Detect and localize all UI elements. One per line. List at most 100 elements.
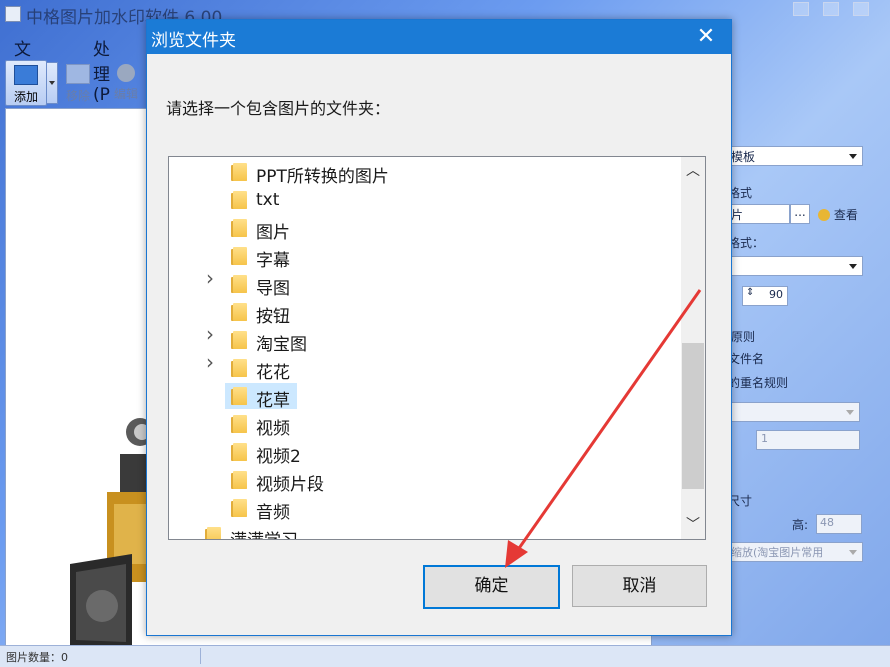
close-icon[interactable]: ✕ <box>693 24 719 50</box>
add-dropdown-button[interactable] <box>46 62 58 104</box>
filename-label: 文件名 <box>728 352 765 366</box>
status-bar: 图片数量：0 <box>0 645 890 667</box>
tree-item[interactable]: › 导图 <box>169 268 679 299</box>
browse-folder-dialog: 浏览文件夹 ✕ 请选择一个包含图片的文件夹： PPT所转换的图片 txt 图片 字幕 ›… <box>146 19 732 636</box>
tree-item[interactable]: txt <box>169 186 679 214</box>
remove-button[interactable]: 移除 <box>58 60 98 104</box>
folder-icon <box>231 275 247 293</box>
status-divider <box>200 648 201 664</box>
template-select-value: 模板 <box>731 150 756 164</box>
chevron-right-icon[interactable]: › <box>206 352 216 372</box>
tree-item[interactable]: PPT所转换的图片 <box>169 158 679 187</box>
browse-button-label: ... <box>794 205 806 219</box>
tree-item[interactable]: › 淘宝图 <box>169 324 679 355</box>
remove-button-label: 移除 <box>65 89 90 103</box>
folder-icon <box>231 471 247 489</box>
template-select[interactable]: 模板 <box>728 146 863 166</box>
view-icon <box>818 209 830 221</box>
folder-icon <box>231 359 247 377</box>
rename-rule-select[interactable] <box>728 402 860 422</box>
number-value: 1 <box>761 432 768 445</box>
add-button[interactable]: 添加 <box>5 60 47 106</box>
view-label: 查看 <box>833 208 858 222</box>
stepper-arrows-icon: ⇕ <box>746 287 755 298</box>
folder-icon <box>231 303 247 321</box>
chevron-right-icon[interactable]: › <box>206 268 216 288</box>
tree-item[interactable]: 满满学习 <box>169 522 679 539</box>
maximize-button[interactable] <box>823 2 839 16</box>
height-value: 48 <box>820 516 834 529</box>
view-link[interactable]: 查看 <box>818 206 858 223</box>
tree-item[interactable]: 按钮 <box>169 298 679 327</box>
quality-stepper[interactable]: ⇕ 90 <box>742 286 788 306</box>
scroll-up-icon[interactable]: ︿ <box>685 163 701 179</box>
tree-item-label: 视频 <box>256 419 290 439</box>
add-button-label: 添加 <box>13 90 38 104</box>
folder-icon <box>231 415 247 433</box>
dialog-title: 浏览文件夹 <box>151 31 236 51</box>
image-count-status: 图片数量：0 <box>6 651 68 664</box>
number-stepper[interactable]: 1 <box>756 430 860 450</box>
settings-panel: 模板 格式 片 ... 查看 格式： ⇕ 90 原则 文件名 的重名规则 1 尺… <box>728 120 890 640</box>
tree-item[interactable]: 图片 <box>169 214 679 243</box>
tree-item-label: 花花 <box>256 363 290 383</box>
cancel-button[interactable]: 取消 <box>572 565 707 607</box>
tree-item-label: txt <box>256 190 280 210</box>
edit-icon <box>117 64 135 82</box>
rule-label: 原则 <box>731 330 756 344</box>
tree-scrollbar[interactable]: ︿ ﹀ <box>681 157 705 539</box>
close-app-button[interactable] <box>853 2 869 16</box>
rename-rule-label: 的重名规则 <box>728 376 789 390</box>
ok-button[interactable]: 确定 <box>423 565 560 609</box>
folder-icon <box>231 331 247 349</box>
tree-item[interactable]: 视频 <box>169 410 679 439</box>
folder-icon <box>205 527 221 539</box>
app-logo-icon <box>5 6 21 22</box>
tree-item-label: 导图 <box>256 279 290 299</box>
chevron-right-icon[interactable]: › <box>206 324 216 344</box>
folder-icon <box>231 387 247 405</box>
tree-item[interactable]: 视频2 <box>169 438 679 467</box>
height-field[interactable]: 48 <box>816 514 862 534</box>
tree-item[interactable]: 花草 <box>169 382 679 411</box>
tree-item-label: 按钮 <box>256 307 290 327</box>
output-format-select[interactable] <box>728 256 863 276</box>
tree-item-label: 视频片段 <box>256 475 324 495</box>
scroll-down-icon[interactable]: ﹀ <box>685 517 701 533</box>
add-image-icon <box>14 65 38 85</box>
output-file-value: 片 <box>731 208 744 222</box>
tree-item-label: 图片 <box>256 223 290 243</box>
height-label: 高: <box>792 518 809 532</box>
dialog-body: 请选择一个包含图片的文件夹： PPT所转换的图片 txt 图片字幕 › 导图按钮 › 淘宝图… <box>147 54 731 635</box>
tree-item[interactable]: 视频片段 <box>169 466 679 495</box>
tree-item-label: 花草 <box>256 391 290 411</box>
tree-item[interactable]: 音频 <box>169 494 679 523</box>
scroll-thumb[interactable] <box>682 343 704 489</box>
dialog-prompt: 请选择一个包含图片的文件夹： <box>166 99 391 118</box>
scale-select[interactable]: 缩放(淘宝图片常用 <box>728 542 863 562</box>
tree-item-label: 视频2 <box>256 447 301 467</box>
format-label-2: 格式： <box>728 236 765 250</box>
tree-item-label: 音频 <box>256 503 290 523</box>
tree-item[interactable]: 字幕 <box>169 242 679 271</box>
tree-item-label: 字幕 <box>256 251 290 271</box>
edit-button-label: 编辑 <box>113 87 138 101</box>
output-file-field[interactable]: 片 <box>728 204 790 224</box>
scale-select-value: 缩放(淘宝图片常用 <box>731 546 824 559</box>
folder-icon <box>231 247 247 265</box>
dialog-titlebar: 浏览文件夹 ✕ <box>147 20 731 54</box>
minimize-button[interactable] <box>793 2 809 16</box>
folder-icon <box>231 191 247 209</box>
folder-icon <box>231 219 247 237</box>
tree-item-label: 淘宝图 <box>256 335 307 355</box>
folder-icon <box>231 163 247 181</box>
edit-button[interactable]: 编辑 <box>106 60 146 104</box>
remove-icon <box>66 64 90 84</box>
folder-icon <box>231 499 247 517</box>
browse-button[interactable]: ... <box>790 204 810 224</box>
tree-item-label: 满满学习 <box>230 526 298 539</box>
folder-icon <box>231 443 247 461</box>
folder-tree[interactable]: PPT所转换的图片 txt 图片字幕 › 导图按钮 › 淘宝图 › 花花花草视频视频2 视频片段音… <box>168 156 706 540</box>
quality-value: 90 <box>769 288 783 301</box>
tree-item[interactable]: › 花花 <box>169 352 679 383</box>
